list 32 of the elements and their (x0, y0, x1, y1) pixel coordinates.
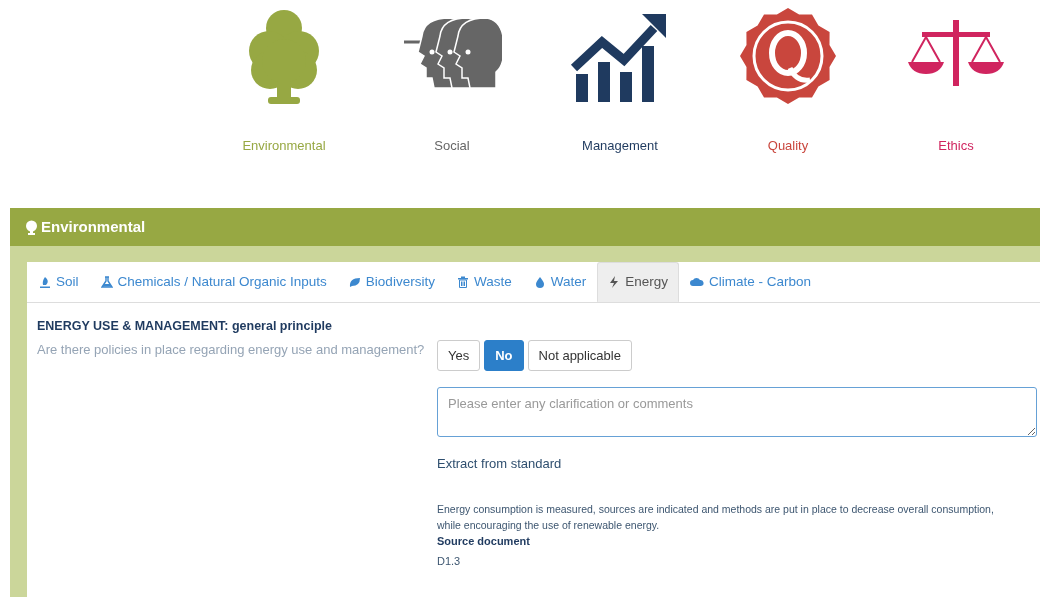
category-link[interactable]: Quality (767, 136, 809, 156)
drop-icon (533, 276, 546, 288)
category-link[interactable]: Ethics (938, 136, 974, 156)
tab[interactable]: Soil (28, 262, 90, 302)
category-link[interactable]: Management (582, 136, 658, 156)
question-text: Are there policies in place regarding energy use and management? (36, 340, 426, 359)
soil-icon (39, 276, 51, 288)
panel-title: Environmental (41, 216, 146, 237)
tree-icon (25, 219, 38, 235)
leaf-icon (348, 276, 361, 288)
trash-icon (456, 276, 469, 288)
extract-text: Energy consumption is measured, sources are indicated and methods are put in place to decrease overall consumption, while encouraging the use of renewable energy. (437, 501, 995, 533)
tab[interactable]: Climate - Carbon (678, 262, 822, 302)
tab[interactable]: Water (522, 262, 598, 302)
category-link[interactable]: Environmental (242, 136, 326, 156)
flask-icon (100, 276, 113, 288)
quality-seal-icon[interactable] (738, 6, 838, 106)
answer-button[interactable]: Not applicable (527, 339, 632, 372)
tab[interactable]: Biodiversity (337, 262, 446, 302)
cloud-icon (689, 276, 704, 288)
answer-button[interactable]: No (484, 339, 524, 372)
tab[interactable]: Energy (597, 262, 679, 302)
extract-title: Extract from standard (437, 455, 563, 474)
section-title: ENERGY USE & MANAGEMENT: general principle (36, 318, 333, 335)
source-value: D1.3 (437, 553, 462, 569)
tab[interactable]: Waste (445, 262, 523, 302)
answer-button[interactable]: Yes (437, 339, 481, 372)
category-link[interactable]: Social (434, 136, 470, 156)
tab[interactable]: Chemicals / Natural Organic Inputs (89, 262, 338, 302)
lightning-icon (608, 276, 621, 288)
comment-field[interactable]: Please enter any clarification or comments (437, 387, 1037, 438)
source-label: Source document (437, 534, 531, 550)
